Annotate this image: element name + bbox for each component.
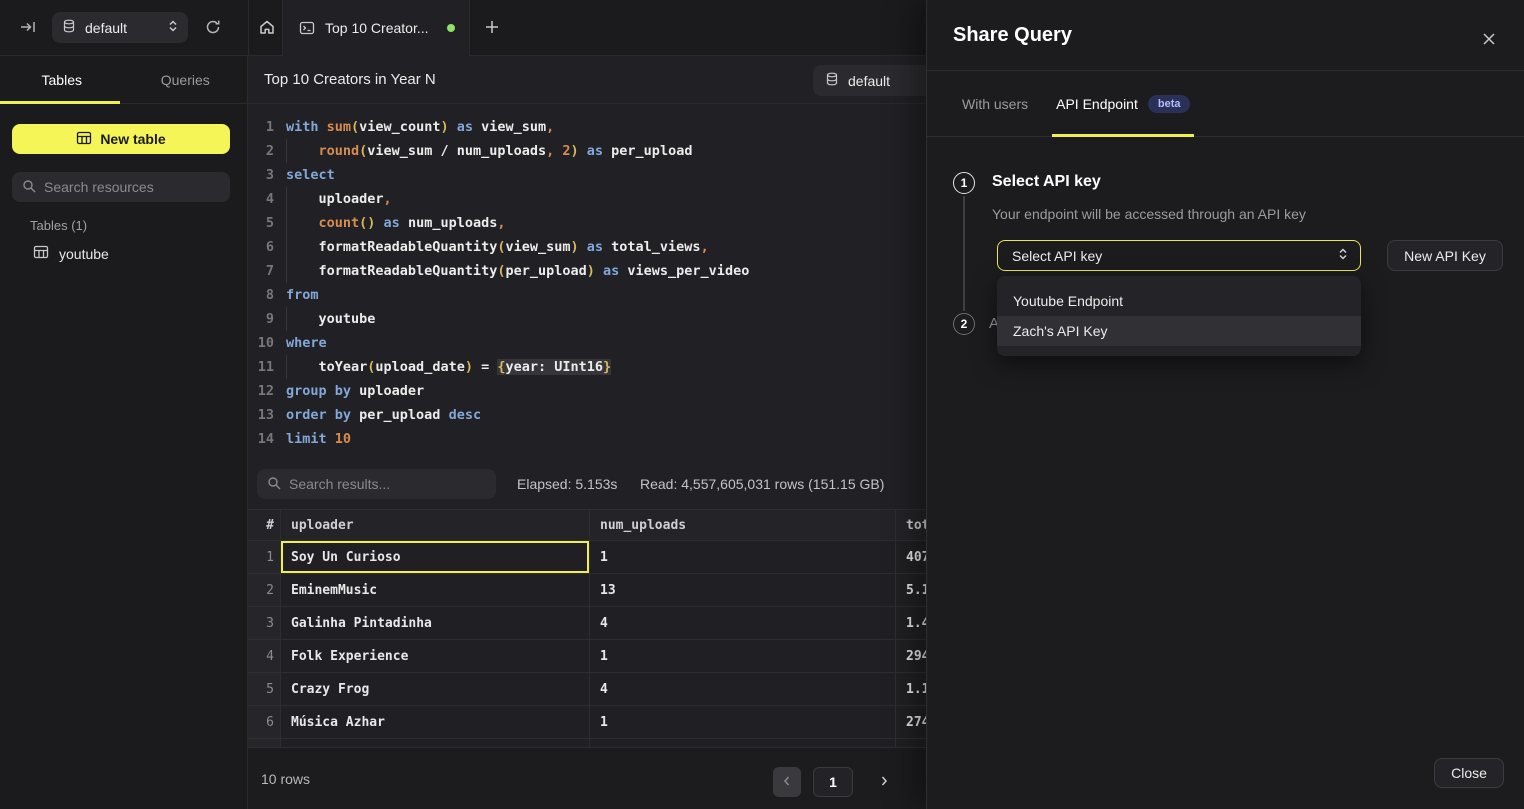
- refresh-button[interactable]: [200, 15, 226, 41]
- num-uploads-cell[interactable]: 4: [590, 607, 896, 639]
- api-key-option[interactable]: Zach's API Key: [997, 316, 1361, 346]
- uploader-cell[interactable]: Soy Un Curioso: [281, 541, 590, 573]
- share-query-panel: Share Query With users API Endpoint beta…: [926, 0, 1524, 809]
- panel-title: Share Query: [953, 24, 1072, 47]
- column-header-uploader[interactable]: uploader: [281, 510, 590, 540]
- step-1-indicator: 1: [953, 172, 975, 194]
- column-header-num-uploads[interactable]: num_uploads: [590, 510, 896, 540]
- tab-tables[interactable]: Tables: [0, 56, 124, 103]
- share-tabs: With users API Endpoint beta: [927, 71, 1524, 137]
- rows-read-stat: Read: 4,557,605,031 rows (151.15 GB): [640, 469, 884, 499]
- table-icon: [33, 244, 49, 263]
- search-resources-input[interactable]: [44, 179, 220, 195]
- new-table-label: New table: [100, 131, 165, 147]
- database-icon: [825, 72, 839, 89]
- api-key-menu: Youtube EndpointZach's API Key: [997, 276, 1361, 356]
- editor-database-label: default: [848, 73, 890, 89]
- app: default Top 10 Creator... Tables Queries…: [0, 0, 1524, 809]
- database-selector-label: default: [85, 20, 159, 36]
- page-number-button[interactable]: 1: [813, 767, 853, 797]
- table-icon: [76, 130, 92, 149]
- home-icon: [258, 18, 276, 39]
- new-api-key-button[interactable]: New API Key: [1387, 240, 1503, 271]
- terminal-icon: [299, 20, 315, 36]
- uploader-cell[interactable]: EminemMusic: [281, 574, 590, 606]
- new-tab-button[interactable]: [479, 15, 505, 41]
- query-tab[interactable]: Top 10 Creator...: [282, 0, 470, 56]
- unsaved-indicator-dot: [447, 24, 455, 32]
- search-results-input[interactable]: [289, 476, 486, 492]
- database-icon: [62, 19, 76, 36]
- api-endpoint-label: API Endpoint: [1056, 96, 1138, 112]
- chevron-left-icon: [782, 775, 792, 790]
- step-connector-line: [963, 196, 965, 311]
- uploader-cell[interactable]: Folk Experience: [281, 640, 590, 672]
- sidebar-table-youtube[interactable]: youtube: [33, 244, 109, 263]
- results-search: [257, 469, 496, 499]
- home-button[interactable]: [254, 15, 280, 41]
- row-index-cell[interactable]: 4: [248, 640, 281, 672]
- uploader-cell[interactable]: Crazy Frog: [281, 673, 590, 705]
- search-icon: [22, 179, 36, 196]
- num-uploads-cell[interactable]: 13: [590, 574, 896, 606]
- api-key-option[interactable]: Youtube Endpoint: [997, 286, 1361, 316]
- query-title: Top 10 Creators in Year N: [264, 56, 436, 104]
- uploader-cell[interactable]: Galinha Pintadinha: [281, 607, 590, 639]
- close-button[interactable]: Close: [1434, 758, 1504, 788]
- select-api-key-subtitle: Your endpoint will be accessed through a…: [992, 206, 1306, 222]
- select-api-key-heading: Select API key: [992, 173, 1101, 191]
- next-page-button[interactable]: [871, 767, 897, 797]
- beta-badge: beta: [1148, 95, 1191, 113]
- num-uploads-cell[interactable]: [590, 739, 896, 747]
- new-table-button[interactable]: New table: [12, 124, 230, 154]
- collapse-sidebar-button[interactable]: [15, 15, 41, 41]
- table-item-label: youtube: [59, 246, 109, 262]
- row-index-cell[interactable]: [248, 739, 281, 747]
- chevron-updown-icon: [1338, 247, 1348, 264]
- api-key-select[interactable]: Select API key: [997, 240, 1361, 271]
- row-index-cell[interactable]: 5: [248, 673, 281, 705]
- elapsed-time: Elapsed: 5.153s: [517, 469, 617, 499]
- row-index-cell[interactable]: 2: [248, 574, 281, 606]
- topbar-separator: [248, 0, 249, 56]
- step-2-indicator: 2: [953, 313, 975, 335]
- num-uploads-cell[interactable]: 1: [590, 640, 896, 672]
- num-uploads-cell[interactable]: 4: [590, 673, 896, 705]
- tab-with-users[interactable]: With users: [962, 71, 1028, 136]
- sidebar: Tables Queries New table Tables (1) yout…: [0, 56, 248, 809]
- num-uploads-cell[interactable]: 1: [590, 541, 896, 573]
- plus-icon: [484, 19, 500, 38]
- column-header-index[interactable]: #: [248, 510, 281, 540]
- sidebar-search: [12, 172, 230, 202]
- api-key-select-value: Select API key: [1012, 248, 1338, 264]
- tables-section-label: Tables (1): [30, 218, 87, 233]
- uploader-cell[interactable]: Música Azhar: [281, 706, 590, 738]
- tab-api-endpoint[interactable]: API Endpoint beta: [1056, 71, 1190, 136]
- search-icon: [267, 476, 281, 493]
- row-index-cell[interactable]: 1: [248, 541, 281, 573]
- row-count: 10 rows: [261, 748, 310, 809]
- sidebar-tabs: Tables Queries: [0, 56, 247, 104]
- chevron-updown-icon: [168, 19, 178, 36]
- collapse-sidebar-icon: [19, 18, 37, 39]
- row-index-cell[interactable]: 3: [248, 607, 281, 639]
- refresh-icon: [204, 18, 222, 39]
- close-panel-button[interactable]: [1477, 28, 1501, 52]
- chevron-right-icon: [879, 775, 889, 790]
- database-selector[interactable]: default: [52, 12, 188, 43]
- close-icon: [1482, 32, 1496, 49]
- uploader-cell[interactable]: [281, 739, 590, 747]
- row-index-cell[interactable]: 6: [248, 706, 281, 738]
- tab-queries[interactable]: Queries: [124, 56, 248, 103]
- previous-page-button[interactable]: [773, 767, 801, 797]
- query-tab-label: Top 10 Creator...: [325, 20, 429, 36]
- num-uploads-cell[interactable]: 1: [590, 706, 896, 738]
